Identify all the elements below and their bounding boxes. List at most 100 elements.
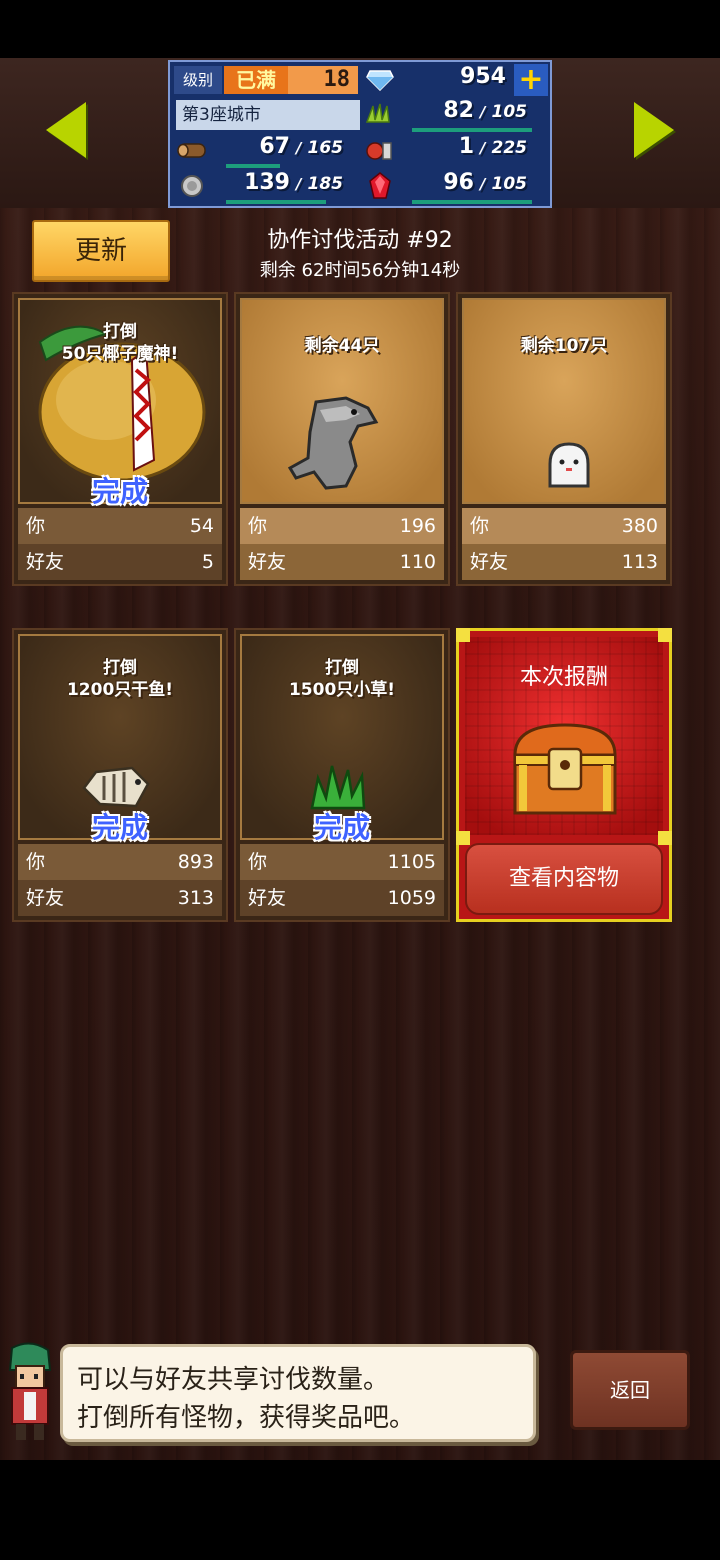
card-image-area: 打倒 50只椰子魔神! 完成: [18, 298, 222, 508]
friend-label: 好友: [26, 551, 65, 573]
grass-icon: [362, 98, 398, 130]
diamond-icon: [362, 64, 398, 96]
wood-stat: 67 / 165: [226, 134, 343, 166]
quest-card-dried-fish[interactable]: 打倒 1200只干鱼! 完成 你 893 好友 313: [12, 628, 228, 922]
you-label: 你: [26, 851, 46, 873]
friend-row: 好友 5: [18, 544, 222, 580]
add-gems-button[interactable]: +: [514, 64, 548, 96]
friend-count: 313: [177, 887, 214, 909]
ruby-stat: 96 / 105: [410, 170, 527, 202]
grass-value: 82: [443, 98, 474, 123]
friend-label: 好友: [470, 551, 509, 573]
food-icon: [362, 134, 398, 166]
refresh-button[interactable]: 更新: [32, 220, 170, 282]
treasure-chest-icon: [513, 723, 617, 815]
slash-text: /: [296, 175, 302, 193]
game-screen: 级别 已满 18 954 + 第3座城市 82 / 105 67 / 165 1 / 225: [0, 58, 720, 1460]
card-image-area: 打倒 1500只小草! 完成: [240, 634, 444, 844]
view-contents-button[interactable]: 查看内容物: [465, 843, 663, 915]
you-count: 380: [621, 515, 658, 537]
rock-dinosaur-icon: [287, 396, 379, 490]
ruby-value: 96: [443, 170, 474, 195]
hint-line2: 打倒所有怪物，获得奖品吧。: [77, 1403, 416, 1433]
friend-label: 好友: [248, 551, 287, 573]
slash-text: /: [480, 103, 486, 121]
event-time-remaining: 剩余 62时间56分钟14秒: [259, 260, 461, 281]
wood-bar: [226, 164, 280, 168]
card-label-line1: 打倒: [103, 322, 137, 342]
gems-value: 954: [460, 64, 506, 89]
hint-line1: 可以与好友共享讨伐数量。: [77, 1365, 390, 1395]
ruby-max: 105: [491, 174, 527, 194]
wood-value: 67: [259, 134, 290, 159]
you-label: 你: [470, 515, 490, 537]
reward-image-area: 本次报酬: [465, 637, 663, 835]
you-label: 你: [248, 515, 268, 537]
you-count: 196: [399, 515, 436, 537]
card-stats: 你 54 好友 5: [18, 508, 222, 580]
card-label-line1: 打倒: [103, 658, 137, 678]
complete-label: 完成: [313, 811, 370, 844]
back-button[interactable]: 返回: [570, 1350, 690, 1430]
you-label: 你: [26, 515, 46, 537]
card-label-line1: 剩余107只: [520, 336, 608, 356]
card-image-area: 打倒 1200只干鱼! 完成: [18, 634, 222, 844]
friend-count: 110: [399, 551, 436, 573]
ore-bar: [226, 200, 326, 204]
quest-card-ghost[interactable]: 剩余107只 你 380 好友 113: [456, 292, 672, 586]
card-label-line2: 1500只小草!: [288, 680, 396, 700]
ornament-corner-icon: [456, 831, 470, 845]
ruby-icon: [362, 170, 398, 202]
slash-text: /: [480, 139, 486, 157]
you-count: 1105: [387, 851, 436, 873]
friend-row: 好友 113: [462, 544, 666, 580]
card-image-area: 剩余107只: [462, 298, 666, 504]
hint-dialog: 可以与好友共享讨伐数量。 打倒所有怪物，获得奖品吧。: [60, 1344, 536, 1442]
slash-text: /: [296, 139, 302, 157]
you-label: 你: [248, 851, 268, 873]
grass-bar: [412, 128, 532, 132]
reward-title: 本次报酬: [519, 665, 608, 690]
you-row: 你 54: [18, 508, 222, 544]
friend-count: 1059: [387, 887, 436, 909]
wood-max: 165: [307, 138, 343, 158]
next-arrow-icon[interactable]: [634, 102, 674, 158]
level-max-badge: 已满: [224, 66, 288, 94]
card-stats: 你 196 好友 110: [240, 508, 444, 580]
you-count: 893: [177, 851, 214, 873]
ore-value: 139: [244, 170, 290, 195]
card-label-line2: 50只椰子魔神!: [61, 344, 179, 364]
ornament-corner-icon: [658, 628, 672, 642]
reward-card[interactable]: 本次报酬 查看内容物: [456, 628, 672, 922]
friend-row: 好友 110: [240, 544, 444, 580]
city-name: 第3座城市: [176, 100, 360, 130]
quest-card-rock-dino[interactable]: 剩余44只 你 196 好友 110: [234, 292, 450, 586]
slash-text: /: [480, 175, 486, 193]
friend-count: 5: [201, 551, 214, 573]
friend-row: 好友 1059: [240, 880, 444, 916]
card-label-line2: 1200只干鱼!: [66, 680, 174, 700]
you-count: 54: [189, 515, 214, 537]
previous-arrow-icon[interactable]: [46, 102, 86, 158]
you-row: 你 1105: [240, 844, 444, 880]
food-stat: 1 / 225: [410, 134, 527, 166]
friend-label: 好友: [26, 887, 65, 909]
white-ghost-icon: [548, 442, 590, 488]
card-stats: 你 1105 好友 1059: [240, 844, 444, 916]
friend-count: 113: [621, 551, 658, 573]
ore-icon: [174, 170, 210, 202]
quest-card-small-grass[interactable]: 打倒 1500只小草! 完成 你 1105 好友 1059: [234, 628, 450, 922]
friend-label: 好友: [248, 887, 287, 909]
complete-label: 完成: [91, 811, 148, 844]
card-stats: 你 893 好友 313: [18, 844, 222, 916]
grass-max: 105: [491, 102, 527, 122]
npc-character-avatar: [8, 1342, 52, 1440]
card-image-area: 剩余44只: [240, 298, 444, 504]
quest-card-coconut[interactable]: 打倒 50只椰子魔神! 完成 你 54 好友 5: [12, 292, 228, 586]
grass-stat: 82 / 105: [410, 98, 527, 130]
card-stats: 你 380 好友 113: [462, 508, 666, 580]
wood-icon: [174, 134, 210, 166]
ornament-corner-icon: [658, 831, 672, 845]
food-max: 225: [491, 138, 527, 158]
card-label-line1: 剩余44只: [304, 336, 380, 356]
